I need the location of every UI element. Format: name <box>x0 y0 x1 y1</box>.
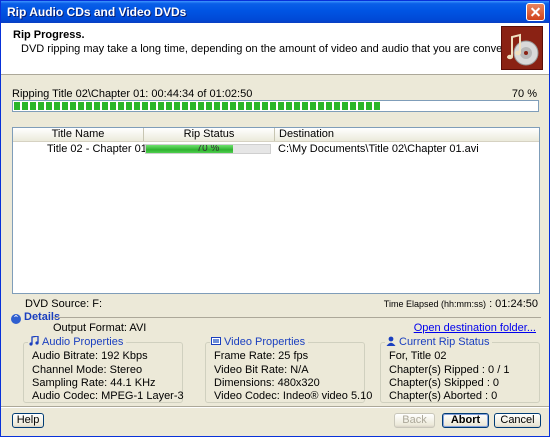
audio-bitrate: Audio Bitrate: 192 Kbps <box>32 350 148 362</box>
time-elapsed-label: Time Elapsed (hh:mm:ss) <box>383 299 486 309</box>
audio-channel-mode: Channel Mode: Stereo <box>32 364 143 376</box>
progress-percent: 70 % <box>511 88 537 100</box>
audio-sampling-rate: Sampling Rate: 44.1 KHz <box>32 377 156 389</box>
header-description: DVD ripping may take a long time, depend… <box>21 43 527 55</box>
window-title: Rip Audio CDs and Video DVDs <box>7 5 187 19</box>
current-for-title: For, Title 02 <box>389 350 447 362</box>
help-button[interactable]: Help <box>12 413 44 428</box>
overall-progress-bar <box>12 100 539 112</box>
video-properties-label: Video Properties <box>224 336 306 348</box>
row-title-name: Title 02 - Chapter 01 <box>47 143 147 155</box>
column-rip-status[interactable]: Rip Status <box>144 128 275 141</box>
music-note-icon <box>29 335 39 346</box>
abort-button[interactable]: Abort <box>442 413 489 428</box>
open-destination-folder-link[interactable]: Open destination folder... <box>414 322 536 334</box>
video-frame-rate: Frame Rate: 25 fps <box>214 350 309 362</box>
row-rip-status-text: 70 % <box>196 144 220 154</box>
current-rip-status-title: Current Rip Status <box>385 336 493 348</box>
details-divider <box>53 317 541 318</box>
current-rip-status-group: Current Rip Status For, Title 02 Chapter… <box>380 336 540 403</box>
rip-list[interactable]: Title Name Rip Status Destination Title … <box>12 127 540 294</box>
time-elapsed-value: : 01:24:50 <box>489 298 538 310</box>
progress-label: Ripping Title 02\Chapter 01: 00:44:34 of… <box>12 88 253 100</box>
video-properties-title: Video Properties <box>210 336 309 348</box>
dvd-source: DVD Source: F: <box>25 298 103 310</box>
chapters-skipped: Chapter(s) Skipped : 0 <box>389 377 500 389</box>
video-dimensions: Dimensions: 480x320 <box>214 377 320 389</box>
column-destination[interactable]: Destination <box>275 128 539 141</box>
title-bar[interactable]: Rip Audio CDs and Video DVDs <box>1 1 549 23</box>
list-header: Title Name Rip Status Destination <box>13 128 539 142</box>
output-format: Output Format: AVI <box>53 322 147 334</box>
film-icon <box>211 336 221 346</box>
chevron-up-icon: ⌃ <box>11 314 21 324</box>
chapters-aborted: Chapter(s) Aborted : 0 <box>389 390 498 402</box>
header-panel: Rip Progress. DVD ripping may take a lon… <box>1 23 549 75</box>
header-title: Rip Progress. <box>13 29 85 41</box>
current-rip-status-label: Current Rip Status <box>399 336 490 348</box>
user-icon <box>386 336 396 346</box>
audio-properties-group: Audio Properties Audio Bitrate: 192 Kbps… <box>23 335 184 403</box>
video-bit-rate: Video Bit Rate: N/A <box>214 364 309 376</box>
close-button[interactable] <box>526 3 545 21</box>
row-rip-progress-bar: 70 % <box>145 144 271 154</box>
time-elapsed: Time Elapsed (hh:mm:ss) : 01:24:50 <box>384 298 538 310</box>
music-disc-icon <box>501 26 543 70</box>
column-title-name[interactable]: Title Name <box>13 128 144 141</box>
video-properties-group: Video Properties Frame Rate: 25 fps Vide… <box>205 336 372 403</box>
list-item[interactable]: Title 02 - Chapter 01 70 % C:\My Documen… <box>13 143 539 156</box>
rip-dialog-window: Rip Audio CDs and Video DVDs Rip Progres… <box>0 0 550 437</box>
audio-codec: Audio Codec: MPEG-1 Layer-3 <box>32 390 184 402</box>
audio-properties-label: Audio Properties <box>42 336 124 348</box>
video-codec: Video Codec: Indeo® video 5.10 <box>214 390 373 402</box>
cancel-button[interactable]: Cancel <box>494 413 541 428</box>
overall-progress-fill <box>14 102 381 110</box>
footer-divider <box>1 406 549 408</box>
row-destination: C:\My Documents\Title 02\Chapter 01.avi <box>278 143 479 155</box>
chapters-ripped: Chapter(s) Ripped : 0 / 1 <box>389 364 510 376</box>
audio-properties-title: Audio Properties <box>28 335 127 348</box>
back-button[interactable]: Back <box>394 413 435 428</box>
